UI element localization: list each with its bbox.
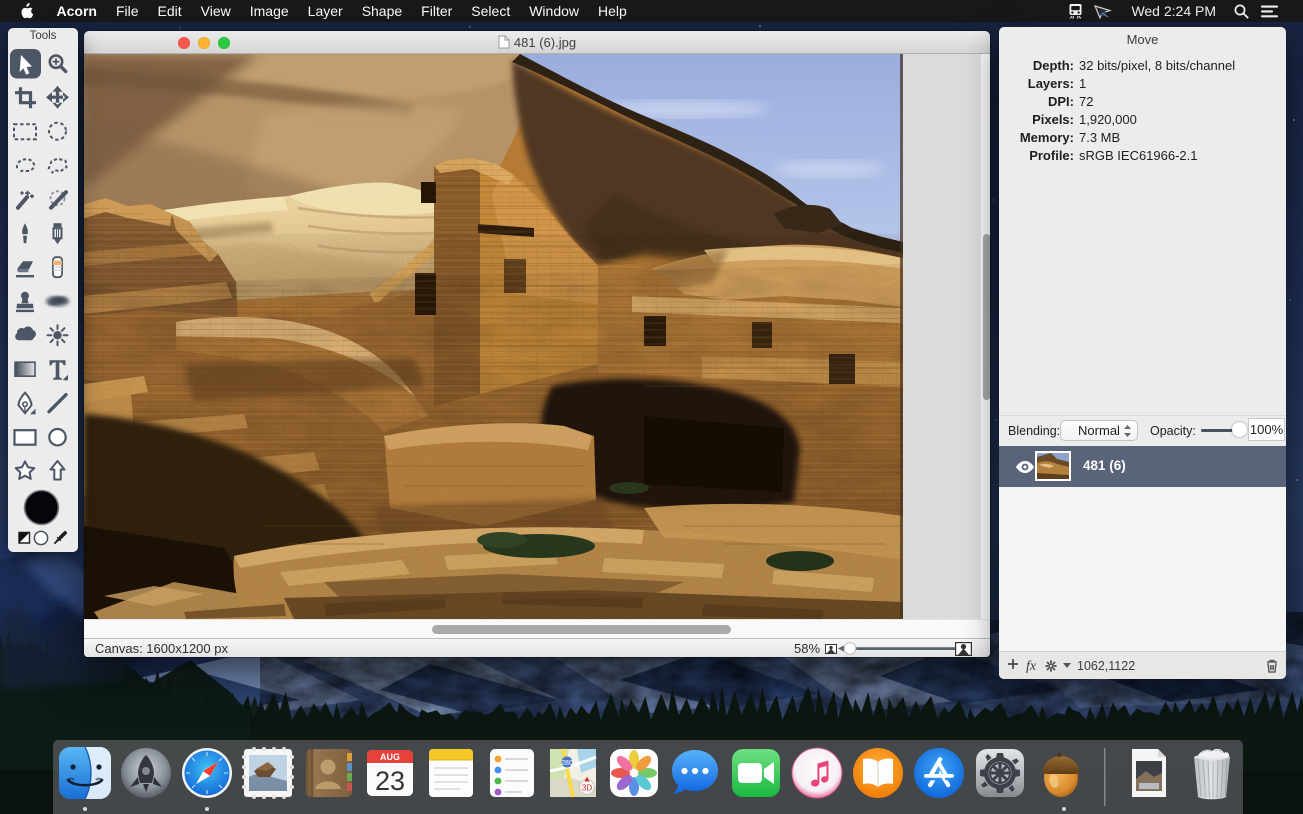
svg-text:3D: 3D [582,784,592,793]
svg-text:280: 280 [561,760,573,767]
svg-text:AUG: AUG [380,752,400,762]
svg-text:23: 23 [375,766,405,796]
svg-text:fx: fx [1026,659,1037,674]
